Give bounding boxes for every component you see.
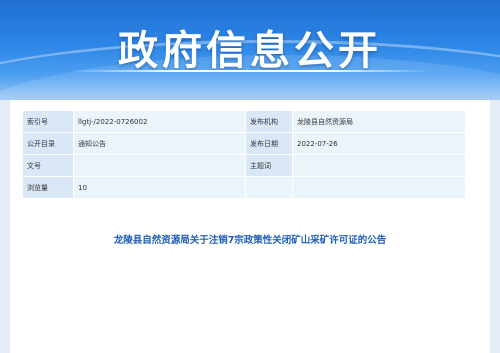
publisher-label: 发布机构 [245, 110, 293, 133]
empty-cell [292, 176, 466, 199]
table-row: 公开目录 通知公告 发布日期 2022-07-26 [22, 132, 466, 155]
index-label: 索引号 [22, 110, 74, 133]
title-underline [70, 70, 430, 72]
views-label: 浏览量 [22, 176, 74, 199]
views-value: 10 [73, 176, 246, 199]
index-value: llgtj-/2022-0726002 [73, 110, 246, 133]
table-row: 索引号 llgtj-/2022-0726002 发布机构 龙陵县自然资源局 [22, 110, 466, 133]
document-title: 龙陵县自然资源局关于注销7宗政策性关闭矿山采矿许可证的公告 [113, 235, 387, 246]
table-row: 浏览量 10 [22, 176, 466, 199]
keywords-value [292, 154, 466, 177]
table-row: 文号 主题词 [22, 154, 466, 177]
metadata-table: 索引号 llgtj-/2022-0726002 发布机构 龙陵县自然资源局 公开… [22, 110, 466, 199]
category-label: 公开目录 [22, 132, 74, 155]
date-value: 2022-07-26 [292, 132, 466, 155]
empty-cell [245, 176, 293, 199]
publisher-value: 龙陵县自然资源局 [292, 110, 466, 133]
category-value: 通知公告 [73, 132, 246, 155]
header-banner: 政府信息公开 [0, 0, 500, 100]
keywords-label: 主题词 [245, 154, 293, 177]
page-title: 政府信息公开 [118, 28, 382, 74]
date-label: 发布日期 [245, 132, 293, 155]
docno-label: 文号 [22, 154, 74, 177]
docno-value [73, 154, 246, 177]
